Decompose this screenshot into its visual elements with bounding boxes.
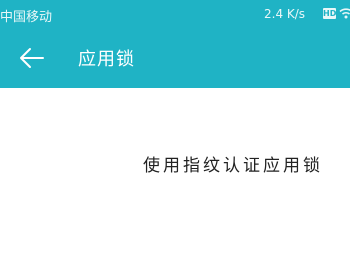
fingerprint-hint-text: 使用指纹认证应用锁 bbox=[143, 156, 323, 176]
network-speed: 2.4 K/s bbox=[264, 7, 306, 21]
page-title: 应用锁 bbox=[78, 49, 135, 70]
status-bar: 中国移动 2.4 K/s HD bbox=[0, 0, 350, 28]
arrow-left-icon bbox=[20, 48, 44, 68]
app-bar: 应用锁 bbox=[0, 28, 350, 88]
wifi-icon bbox=[339, 8, 350, 19]
back-button[interactable] bbox=[16, 43, 46, 73]
carrier-label: 中国移动 bbox=[0, 10, 53, 25]
hd-badge: HD bbox=[323, 8, 337, 19]
